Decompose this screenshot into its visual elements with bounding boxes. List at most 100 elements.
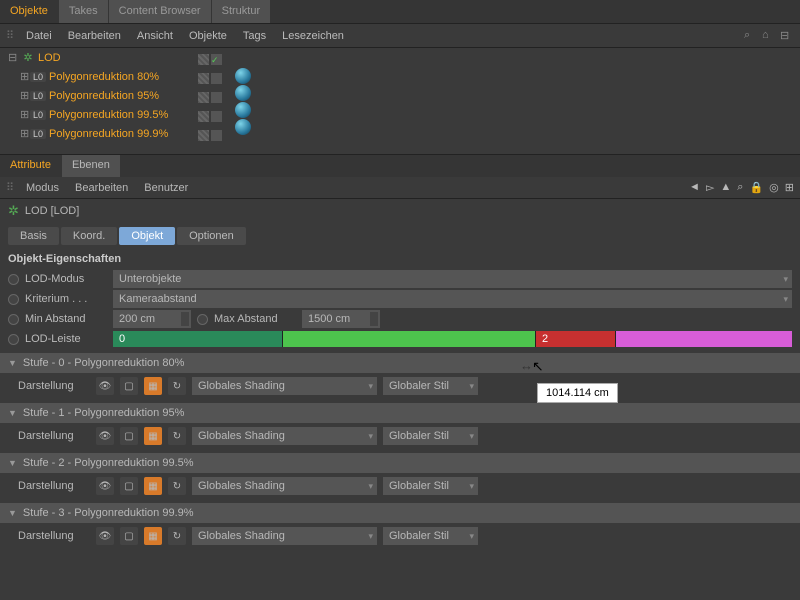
enabled-check-icon[interactable] xyxy=(211,73,222,84)
param-radio-icon[interactable] xyxy=(8,274,19,285)
sphere-tag-icon[interactable] xyxy=(235,68,251,84)
subtab-basis[interactable]: Basis xyxy=(8,227,59,245)
subtab-optionen[interactable]: Optionen xyxy=(177,227,246,245)
stufe-header[interactable]: ▼Stufe - 3 - Polygonreduktion 99.9% xyxy=(0,503,800,523)
visibility-icon[interactable]: 👁 xyxy=(96,527,114,545)
render-icon[interactable]: ▢ xyxy=(120,377,138,395)
render-icon[interactable]: ▢ xyxy=(120,477,138,495)
enabled-check-icon[interactable] xyxy=(211,92,222,103)
collapse-icon[interactable]: ⊟ xyxy=(780,29,794,43)
layer-icon[interactable] xyxy=(198,73,209,84)
shading-dropdown[interactable]: Globales Shading xyxy=(192,477,377,495)
lock-icon[interactable]: 🔒 xyxy=(749,181,763,194)
target-icon[interactable]: ◎ xyxy=(769,181,779,194)
lod-segment-3[interactable] xyxy=(616,331,792,347)
stil-dropdown[interactable]: Globaler Stil xyxy=(383,377,478,395)
visibility-icon[interactable]: 👁 xyxy=(96,477,114,495)
minus-icon[interactable]: ⊟ xyxy=(8,51,18,64)
plus-icon[interactable]: ⊞ xyxy=(20,127,30,140)
nav-up-icon[interactable]: ▲ xyxy=(720,181,731,194)
enabled-check-icon[interactable] xyxy=(211,54,222,65)
drag-handle-icon[interactable]: ⠿ xyxy=(6,29,18,42)
layer-icon[interactable] xyxy=(198,92,209,103)
lod-bar[interactable]: 0 2 xyxy=(113,331,792,347)
plus-icon[interactable]: ⊞ xyxy=(20,108,30,121)
menu-bearbeiten[interactable]: Bearbeiten xyxy=(75,182,128,194)
stufe-header[interactable]: ▼Stufe - 0 - Polygonreduktion 80% xyxy=(0,353,800,373)
nav-fwd-icon[interactable]: ▻ xyxy=(706,181,714,194)
sphere-tag-icon[interactable] xyxy=(235,119,251,135)
tree-item[interactable]: ⊞ L0 Polygonreduktion 99.9% xyxy=(0,124,800,143)
tab-struktur[interactable]: Struktur xyxy=(212,0,271,23)
stil-dropdown[interactable]: Globaler Stil xyxy=(383,527,478,545)
lod-segment-2[interactable]: 2 xyxy=(536,331,616,347)
shading-dropdown[interactable]: Globales Shading xyxy=(192,527,377,545)
refresh-icon[interactable]: ↻ xyxy=(168,427,186,445)
refresh-icon[interactable]: ↻ xyxy=(168,527,186,545)
menu-benutzer[interactable]: Benutzer xyxy=(144,182,188,194)
tab-content-browser[interactable]: Content Browser xyxy=(109,0,211,23)
lodmodus-dropdown[interactable]: Unterobjekte xyxy=(113,270,792,288)
refresh-icon[interactable]: ↻ xyxy=(168,377,186,395)
tree-item[interactable]: ⊞ L0 Polygonreduktion 95% xyxy=(0,86,800,105)
subtab-koord[interactable]: Koord. xyxy=(61,227,117,245)
sphere-tag-icon[interactable] xyxy=(235,102,251,118)
home-icon[interactable]: ⌂ xyxy=(762,29,776,43)
layer-icon[interactable] xyxy=(198,54,209,65)
param-radio-icon[interactable] xyxy=(197,314,208,325)
plus-icon[interactable]: ⊞ xyxy=(20,89,30,102)
tree-root[interactable]: ⊟ ✲ LOD xyxy=(0,48,800,67)
param-radio-icon[interactable] xyxy=(8,334,19,345)
visibility-icon[interactable]: 👁 xyxy=(96,377,114,395)
minabstand-input[interactable]: 200 cm xyxy=(113,310,191,328)
display-mode-icon[interactable]: ▦ xyxy=(144,427,162,445)
lod-segment-1[interactable] xyxy=(283,331,536,347)
lod-segment-0[interactable]: 0 xyxy=(113,331,283,347)
tab-attribute[interactable]: Attribute xyxy=(0,155,61,177)
menu-tags[interactable]: Tags xyxy=(243,30,266,42)
menu-ansicht[interactable]: Ansicht xyxy=(137,30,173,42)
stufe-header[interactable]: ▼Stufe - 2 - Polygonreduktion 99.5% xyxy=(0,453,800,473)
search-icon[interactable]: ⌕ xyxy=(737,181,743,194)
drag-handle-icon[interactable]: ⠿ xyxy=(6,181,18,194)
display-mode-icon[interactable]: ▦ xyxy=(144,527,162,545)
maxabstand-input[interactable]: 1500 cm xyxy=(302,310,380,328)
plus-icon[interactable]: ⊞ xyxy=(20,70,30,83)
param-radio-icon[interactable] xyxy=(8,294,19,305)
shading-dropdown[interactable]: Globales Shading xyxy=(192,427,377,445)
search-icon[interactable]: ⌕ xyxy=(744,29,758,43)
stufe-header[interactable]: ▼Stufe - 1 - Polygonreduktion 95% xyxy=(0,403,800,423)
tab-objekte[interactable]: Objekte xyxy=(0,0,58,23)
display-mode-icon[interactable]: ▦ xyxy=(144,477,162,495)
tag-column xyxy=(235,48,251,135)
menu-bearbeiten[interactable]: Bearbeiten xyxy=(68,30,121,42)
menu-objekte[interactable]: Objekte xyxy=(189,30,227,42)
enabled-check-icon[interactable] xyxy=(211,130,222,141)
menu-lesezeichen[interactable]: Lesezeichen xyxy=(282,30,344,42)
tab-takes[interactable]: Takes xyxy=(59,0,108,23)
visibility-icon[interactable]: 👁 xyxy=(96,427,114,445)
enabled-check-icon[interactable] xyxy=(211,111,222,122)
layer-icon[interactable] xyxy=(198,130,209,141)
shading-dropdown[interactable]: Globales Shading xyxy=(192,377,377,395)
display-mode-icon[interactable]: ▦ xyxy=(144,377,162,395)
menu-datei[interactable]: Datei xyxy=(26,30,52,42)
menu-modus[interactable]: Modus xyxy=(26,182,59,194)
nav-back-icon[interactable]: ◄ xyxy=(689,181,700,194)
tree-item-label: Polygonreduktion 99.9% xyxy=(49,128,168,140)
subtab-objekt[interactable]: Objekt xyxy=(119,227,175,245)
render-icon[interactable]: ▢ xyxy=(120,427,138,445)
layer-icon[interactable] xyxy=(198,111,209,122)
render-icon[interactable]: ▢ xyxy=(120,527,138,545)
stil-dropdown[interactable]: Globaler Stil xyxy=(383,477,478,495)
stil-dropdown[interactable]: Globaler Stil xyxy=(383,427,478,445)
tree-item[interactable]: ⊞ L0 Polygonreduktion 99.5% xyxy=(0,105,800,124)
tab-ebenen[interactable]: Ebenen xyxy=(62,155,120,177)
tree-item[interactable]: ⊞ L0 Polygonreduktion 80% xyxy=(0,67,800,86)
kriterium-dropdown[interactable]: Kameraabstand xyxy=(113,290,792,308)
refresh-icon[interactable]: ↻ xyxy=(168,477,186,495)
stufe-body: Darstellung👁▢▦↻Globales ShadingGlobaler … xyxy=(0,423,800,449)
new-window-icon[interactable]: ⊞ xyxy=(785,181,794,194)
sphere-tag-icon[interactable] xyxy=(235,85,251,101)
param-radio-icon[interactable] xyxy=(8,314,19,325)
